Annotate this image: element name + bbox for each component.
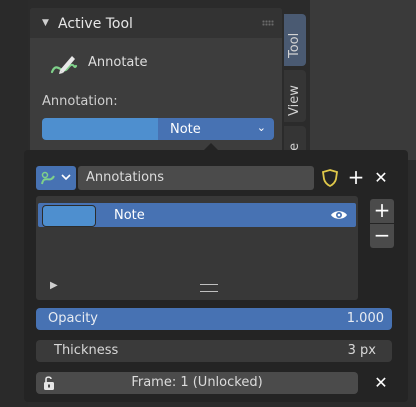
panel-header[interactable]: ▼ Active Tool	[30, 8, 282, 38]
annotate-pen-icon[interactable]	[48, 50, 80, 78]
annotation-layer-dropdown[interactable]: Note ⌄	[42, 118, 274, 140]
expand-triangle-icon[interactable]: ▶	[50, 280, 58, 291]
thickness-field[interactable]: Thickness 3 px	[36, 340, 392, 362]
frame-status: Frame: 1 (Unlocked)	[131, 375, 263, 390]
panel-title: Active Tool	[58, 16, 133, 32]
thickness-value: 3 px	[347, 343, 376, 358]
annotation-data-field[interactable]: Annotations	[78, 166, 314, 190]
eye-icon[interactable]	[330, 208, 348, 222]
tab-tool-label: Tool	[287, 32, 302, 58]
opacity-value: 1.000	[346, 311, 384, 326]
delete-frame-button[interactable]: ✕	[369, 372, 393, 394]
opacity-label: Opacity	[48, 311, 99, 326]
viewport-background-right	[310, 0, 416, 160]
fake-user-shield-icon[interactable]	[318, 166, 342, 190]
drag-grip-icon[interactable]	[262, 20, 274, 26]
remove-layer-button[interactable]: −	[370, 224, 394, 248]
annotation-layer-value: Note	[170, 122, 201, 137]
disclosure-triangle-icon[interactable]: ▼	[42, 18, 49, 28]
unlink-annotation-button[interactable]: ✕	[369, 166, 393, 190]
tab-view-label: View	[287, 85, 302, 116]
chevron-down-icon: ⌄	[256, 121, 266, 134]
active-tool-panel: ▼ Active Tool Annotate Annotation: Note …	[30, 8, 282, 168]
annotation-label: Annotation:	[42, 94, 118, 109]
annotation-data-name: Annotations	[86, 170, 165, 185]
tool-name: Annotate	[88, 55, 148, 70]
annotation-color-swatch[interactable]	[42, 118, 158, 140]
layer-name[interactable]: Note	[114, 208, 145, 223]
opacity-slider[interactable]: Opacity 1.000	[36, 308, 392, 330]
thickness-label: Thickness	[54, 343, 119, 358]
tab-tool[interactable]: Tool	[284, 14, 306, 66]
tab-view[interactable]: View	[284, 70, 306, 122]
data-type-button[interactable]	[36, 166, 76, 190]
list-resize-handle[interactable]	[200, 284, 218, 292]
add-layer-button[interactable]: +	[370, 199, 394, 223]
new-annotation-button[interactable]: +	[344, 166, 368, 190]
sidebar-tabs: Tool View ate	[284, 8, 308, 168]
annotation-data-icon	[41, 171, 71, 185]
annotation-layer-select[interactable]: Note ⌄	[158, 118, 274, 140]
layer-color-swatch[interactable]	[42, 205, 96, 227]
